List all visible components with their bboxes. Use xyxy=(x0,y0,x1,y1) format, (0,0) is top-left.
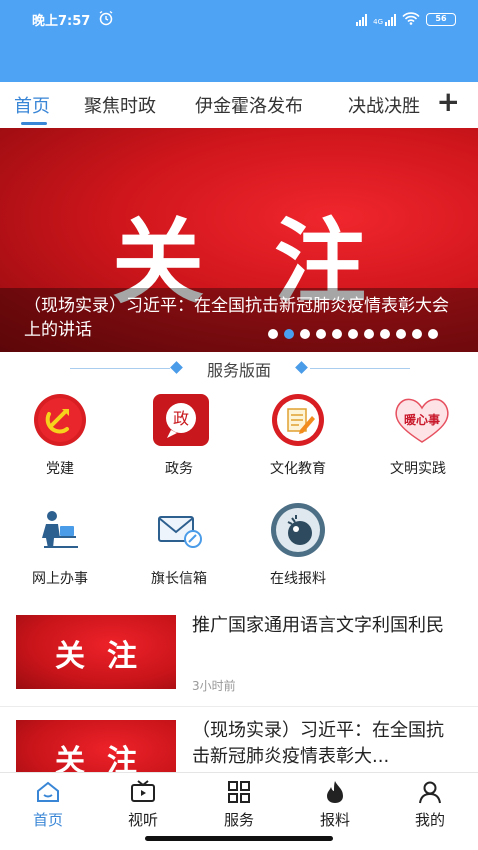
service-label: 党建 xyxy=(46,461,74,477)
network-label: 4G xyxy=(373,17,383,26)
carousel-dot[interactable] xyxy=(380,329,390,339)
divider xyxy=(0,706,478,707)
news-time: 3小时前 xyxy=(192,679,236,693)
battery-icon: 56 xyxy=(426,13,456,26)
news-thumbnail: 关注 xyxy=(16,720,176,772)
services-header: 服务版面 xyxy=(0,352,478,384)
service-label: 在线报料 xyxy=(270,571,326,587)
carousel-dot[interactable] xyxy=(300,329,310,339)
nav-services[interactable]: 服务 xyxy=(191,779,287,830)
status-time: 晚上7:57 xyxy=(32,14,91,29)
channel-tabs: 首页 聚焦时政 伊金霍洛发布 决战决胜 + xyxy=(0,82,478,128)
divider-line xyxy=(310,368,410,369)
party-emblem-icon xyxy=(32,392,88,448)
government-icon: 政 xyxy=(151,392,209,448)
wifi-icon xyxy=(402,10,420,29)
news-title: 推广国家通用语言文字利国利民 xyxy=(192,615,444,636)
warm-heart-badge: 暖心事 xyxy=(404,412,440,427)
nav-label: 报料 xyxy=(319,811,350,829)
grid-icon xyxy=(226,779,252,805)
service-label: 旗长信箱 xyxy=(151,571,207,587)
carousel-dots xyxy=(268,329,438,339)
tab-politics[interactable]: 聚焦时政 xyxy=(84,92,156,118)
carousel-dot[interactable] xyxy=(268,329,278,339)
carousel-dot[interactable] xyxy=(284,329,294,339)
tab-home[interactable]: 首页 xyxy=(14,92,50,118)
education-icon xyxy=(270,392,326,448)
service-culture-education[interactable]: 文化教育 xyxy=(248,392,348,478)
mailbox-icon xyxy=(151,502,207,558)
status-indicators: 4G 56 xyxy=(356,10,456,29)
banner-caption: （现场实录）习近平：在全国抗击新冠肺炎疫情表彰大会上的讲话 xyxy=(0,288,478,352)
service-label: 网上办事 xyxy=(32,571,88,587)
nav-label: 我的 xyxy=(414,811,445,829)
carousel-dot[interactable] xyxy=(348,329,358,339)
service-party-building[interactable]: 党建 xyxy=(10,392,110,478)
carousel-dot[interactable] xyxy=(364,329,374,339)
status-bar: 晚上7:57 4G 56 xyxy=(0,0,478,82)
news-item[interactable]: 关注 推广国家通用语言文字利国利民 3小时前 xyxy=(0,615,478,725)
news-title: （现场实录）习近平：在全国抗击新冠肺炎疫情表彰大... xyxy=(192,720,444,767)
network-4g-icon: 4G xyxy=(373,13,396,26)
warm-heart-icon: 暖心事 xyxy=(390,392,449,448)
service-label: 文明实践 xyxy=(390,461,446,477)
carousel-dot[interactable] xyxy=(332,329,342,339)
active-tab-indicator xyxy=(21,122,47,125)
carousel-dot[interactable] xyxy=(396,329,406,339)
tab-yijinhuoluo-release[interactable]: 伊金霍洛发布 xyxy=(195,92,303,118)
online-service-icon xyxy=(32,502,88,558)
nav-report[interactable]: 报料 xyxy=(287,779,383,830)
carousel-dot[interactable] xyxy=(428,329,438,339)
service-mailbox[interactable]: 旗长信箱 xyxy=(129,502,229,588)
nav-media[interactable]: 视听 xyxy=(95,779,191,830)
services-title: 服务版面 xyxy=(206,361,271,380)
carousel-dot[interactable] xyxy=(316,329,326,339)
home-indicator xyxy=(145,836,333,841)
news-item[interactable]: 关注 （现场实录）习近平：在全国抗击新冠肺炎疫情表彰大... xyxy=(0,720,478,772)
service-government-affairs[interactable]: 政 政务 xyxy=(129,392,229,478)
nav-home[interactable]: 首页 xyxy=(0,779,96,830)
tv-icon xyxy=(130,779,156,805)
service-label: 文化教育 xyxy=(270,461,326,477)
service-civilization-practice[interactable]: 暖心事 文明实践 xyxy=(368,392,468,478)
user-icon xyxy=(417,779,443,805)
tab-decisive-battle[interactable]: 决战决胜 xyxy=(348,92,420,118)
news-thumbnail: 关注 xyxy=(16,615,176,689)
alarm-icon xyxy=(98,10,114,30)
nav-label: 服务 xyxy=(223,811,254,829)
fire-icon xyxy=(322,779,348,805)
service-online-affairs[interactable]: 网上办事 xyxy=(10,502,110,588)
carousel-dot[interactable] xyxy=(412,329,422,339)
home-icon xyxy=(35,779,61,805)
nav-profile[interactable]: 我的 xyxy=(382,779,478,830)
plus-icon[interactable]: + xyxy=(430,88,460,116)
banner-carousel[interactable]: 关注 （现场实录）习近平：在全国抗击新冠肺炎疫情表彰大会上的讲话 xyxy=(0,128,478,352)
news-thumbnail-text: 关注 xyxy=(55,639,159,674)
signal-icon xyxy=(356,13,368,26)
service-label: 政务 xyxy=(165,461,193,477)
service-online-report[interactable]: 在线报料 xyxy=(248,502,348,588)
government-badge: 政 xyxy=(173,409,189,428)
report-icon xyxy=(270,502,326,558)
nav-label: 视听 xyxy=(127,811,158,829)
news-thumbnail-text: 关注 xyxy=(55,744,159,772)
nav-label: 首页 xyxy=(32,811,63,829)
